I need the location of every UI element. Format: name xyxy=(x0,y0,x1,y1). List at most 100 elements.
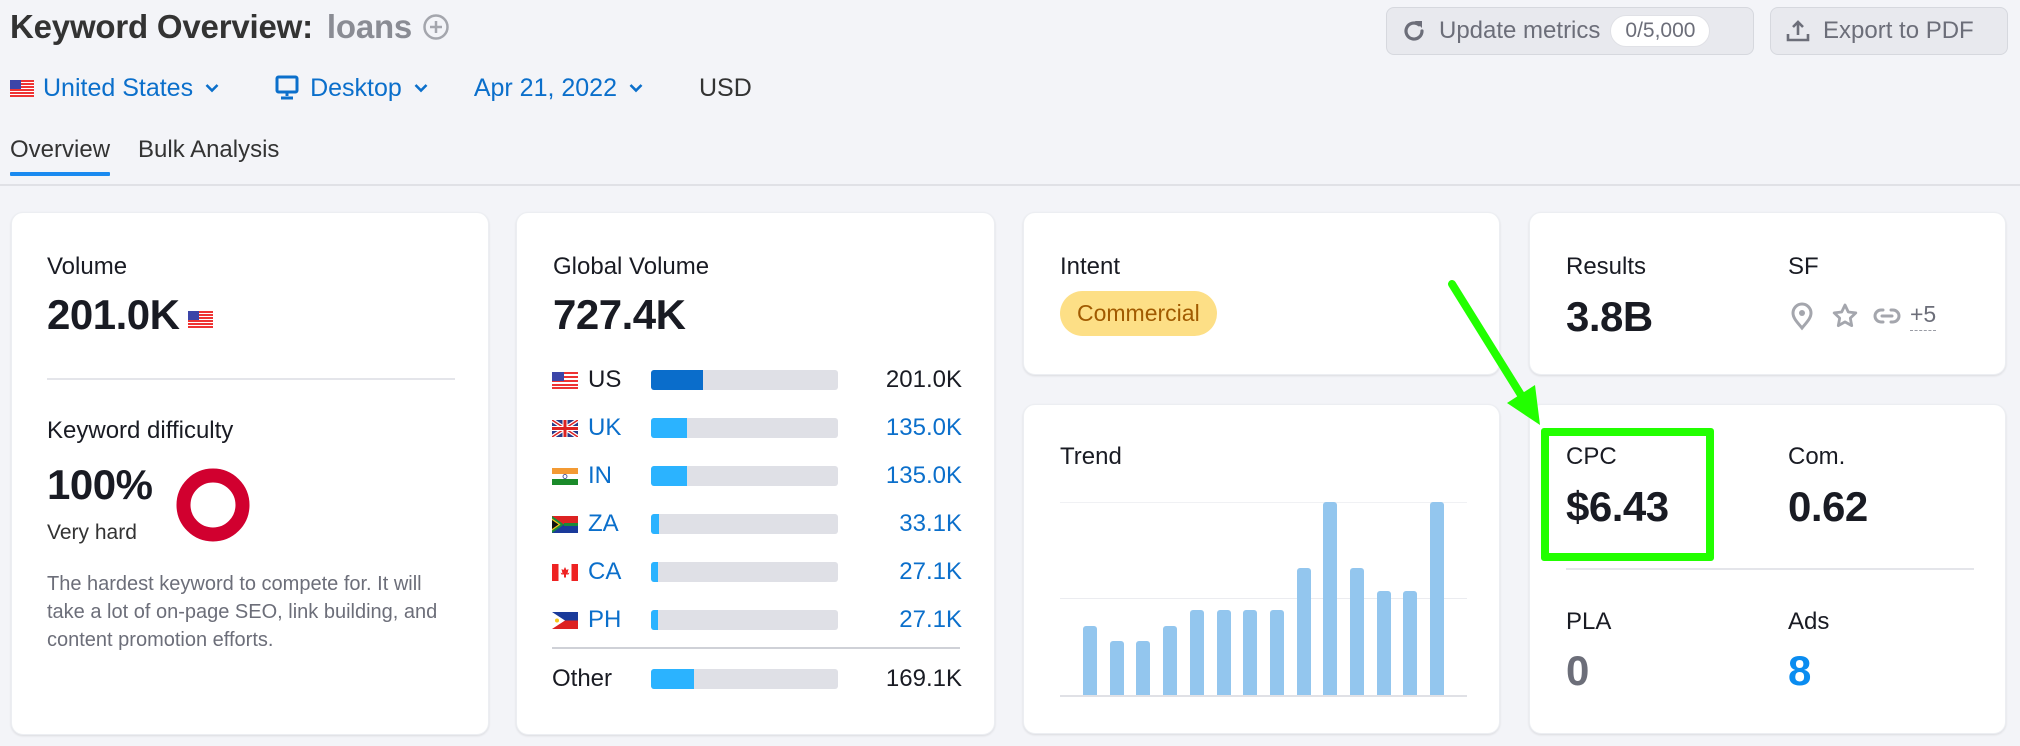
country-volume[interactable]: 27.1K xyxy=(899,558,962,586)
trend-bar[interactable] xyxy=(1217,610,1231,695)
export-pdf-label: Export to PDF xyxy=(1823,17,1974,44)
country-bar xyxy=(651,418,838,438)
trend-bar[interactable] xyxy=(1110,641,1124,695)
competition-value: 0.62 xyxy=(1788,483,1868,530)
results-card: Results 3.8B SF +5 xyxy=(1529,212,2006,375)
country-bar xyxy=(651,466,838,486)
country-bar xyxy=(651,610,838,630)
trend-bar[interactable] xyxy=(1136,641,1150,695)
trend-card: Trend xyxy=(1023,404,1500,734)
country-row-uk: UK 135.0K xyxy=(552,413,962,443)
country-bar xyxy=(651,370,838,390)
tab-overview[interactable]: Overview xyxy=(10,136,111,176)
country-bar-fill xyxy=(651,418,687,438)
volume-card: Volume 201.0K Keyword difficulty 100% Ve… xyxy=(11,212,489,735)
refresh-icon xyxy=(1404,21,1424,41)
trend-bar[interactable] xyxy=(1403,591,1417,695)
trend-bar[interactable] xyxy=(1083,626,1097,695)
more-serp-features-link[interactable]: +5 xyxy=(1910,301,1937,331)
country-bar xyxy=(651,514,838,534)
pla-label: PLA xyxy=(1566,608,1612,635)
keyword-difficulty-label: Keyword difficulty xyxy=(47,417,234,444)
update-metrics-label: Update metrics xyxy=(1439,17,1601,44)
other-bar-fill xyxy=(651,669,694,689)
country-row-ph: PH 27.1K xyxy=(552,605,962,635)
keyword-difficulty-level: Very hard xyxy=(47,521,137,544)
page-title: Keyword Overview: loans xyxy=(10,8,450,46)
ads-value-link[interactable]: 8 xyxy=(1788,647,1811,695)
desktop-icon xyxy=(275,75,299,100)
currency-label: USD xyxy=(698,73,752,102)
trend-bar[interactable] xyxy=(1243,610,1257,695)
country-code[interactable]: PH xyxy=(588,606,651,634)
country-volume[interactable]: 135.0K xyxy=(886,414,962,442)
keyword-difficulty-value: 100% xyxy=(47,461,153,508)
country-volume[interactable]: 27.1K xyxy=(899,606,962,634)
intent-badge: Commercial xyxy=(1060,291,1217,336)
us-flag-icon xyxy=(188,310,214,328)
volume-label: Volume xyxy=(47,253,128,280)
star-icon[interactable] xyxy=(1830,301,1860,331)
trend-label: Trend xyxy=(1060,443,1122,470)
device-select[interactable]: Desktop xyxy=(275,74,428,103)
country-bar-fill xyxy=(651,370,704,390)
trend-bar[interactable] xyxy=(1430,502,1444,695)
chevron-down-icon xyxy=(414,84,428,93)
uk-flag-icon xyxy=(552,419,578,437)
serp-features-list: +5 xyxy=(1788,301,1937,331)
country-code[interactable]: UK xyxy=(588,414,651,442)
intent-label: Intent xyxy=(1060,253,1121,280)
serp-features-label: SF xyxy=(1788,253,1819,280)
country-bar-fill xyxy=(651,610,658,630)
add-keyword-icon[interactable] xyxy=(422,13,450,41)
keyword-difficulty-description: The hardest keyword to compete for. It w… xyxy=(47,573,438,651)
country-row-in: IN 135.0K xyxy=(552,461,962,491)
annotation-arrow-icon xyxy=(1448,280,1540,425)
pla-value: 0 xyxy=(1566,647,1589,694)
global-volume-label: Global Volume xyxy=(553,253,710,280)
country-volume[interactable]: 33.1K xyxy=(899,510,962,538)
other-bar xyxy=(651,669,838,689)
trend-bar[interactable] xyxy=(1297,568,1311,695)
country-bar-fill xyxy=(651,514,660,534)
za-flag-icon xyxy=(552,515,578,533)
update-metrics-button[interactable]: Update metrics 0/5,000 xyxy=(1386,7,1754,55)
trend-bar[interactable] xyxy=(1377,591,1391,695)
trend-bar[interactable] xyxy=(1350,568,1364,695)
link-icon[interactable] xyxy=(1872,301,1902,331)
trend-bar[interactable] xyxy=(1190,610,1204,695)
global-volume-value: 727.4K xyxy=(553,291,686,338)
divider xyxy=(552,647,960,649)
trend-bar[interactable] xyxy=(1323,502,1337,695)
grid-line-top xyxy=(1060,502,1467,503)
country-code[interactable]: CA xyxy=(588,558,651,586)
divider xyxy=(47,378,455,380)
country-code[interactable]: IN xyxy=(588,462,651,490)
device-select-label: Desktop xyxy=(310,73,402,102)
keyword-difficulty-ring xyxy=(176,468,250,542)
ph-flag-icon xyxy=(552,611,578,629)
ads-label: Ads xyxy=(1788,608,1830,635)
other-label: Other xyxy=(552,665,613,692)
country-code[interactable]: ZA xyxy=(588,510,651,538)
location-pin-icon[interactable] xyxy=(1788,301,1816,331)
us-flag-icon xyxy=(10,79,34,97)
trend-bar[interactable] xyxy=(1163,626,1177,695)
country-bar xyxy=(651,562,838,582)
trend-chart xyxy=(1060,502,1467,699)
country-row-other: Other 169.1K xyxy=(552,664,962,694)
country-volume: 201.0K xyxy=(885,366,962,393)
divider xyxy=(1566,568,1974,570)
upload-icon xyxy=(1786,20,1810,42)
us-flag-icon xyxy=(552,371,578,389)
trend-bar[interactable] xyxy=(1270,610,1284,695)
date-select[interactable]: Apr 21, 2022 xyxy=(474,74,643,103)
ca-flag-icon xyxy=(552,563,578,581)
tab-bar: Overview Bulk Analysis xyxy=(10,136,307,176)
country-select[interactable]: United States xyxy=(10,74,219,103)
results-value: 3.8B xyxy=(1566,293,1653,340)
export-pdf-button[interactable]: Export to PDF xyxy=(1770,7,2008,55)
tab-bulk-analysis[interactable]: Bulk Analysis xyxy=(138,136,279,176)
date-select-label: Apr 21, 2022 xyxy=(473,73,617,102)
country-volume[interactable]: 135.0K xyxy=(886,462,962,490)
